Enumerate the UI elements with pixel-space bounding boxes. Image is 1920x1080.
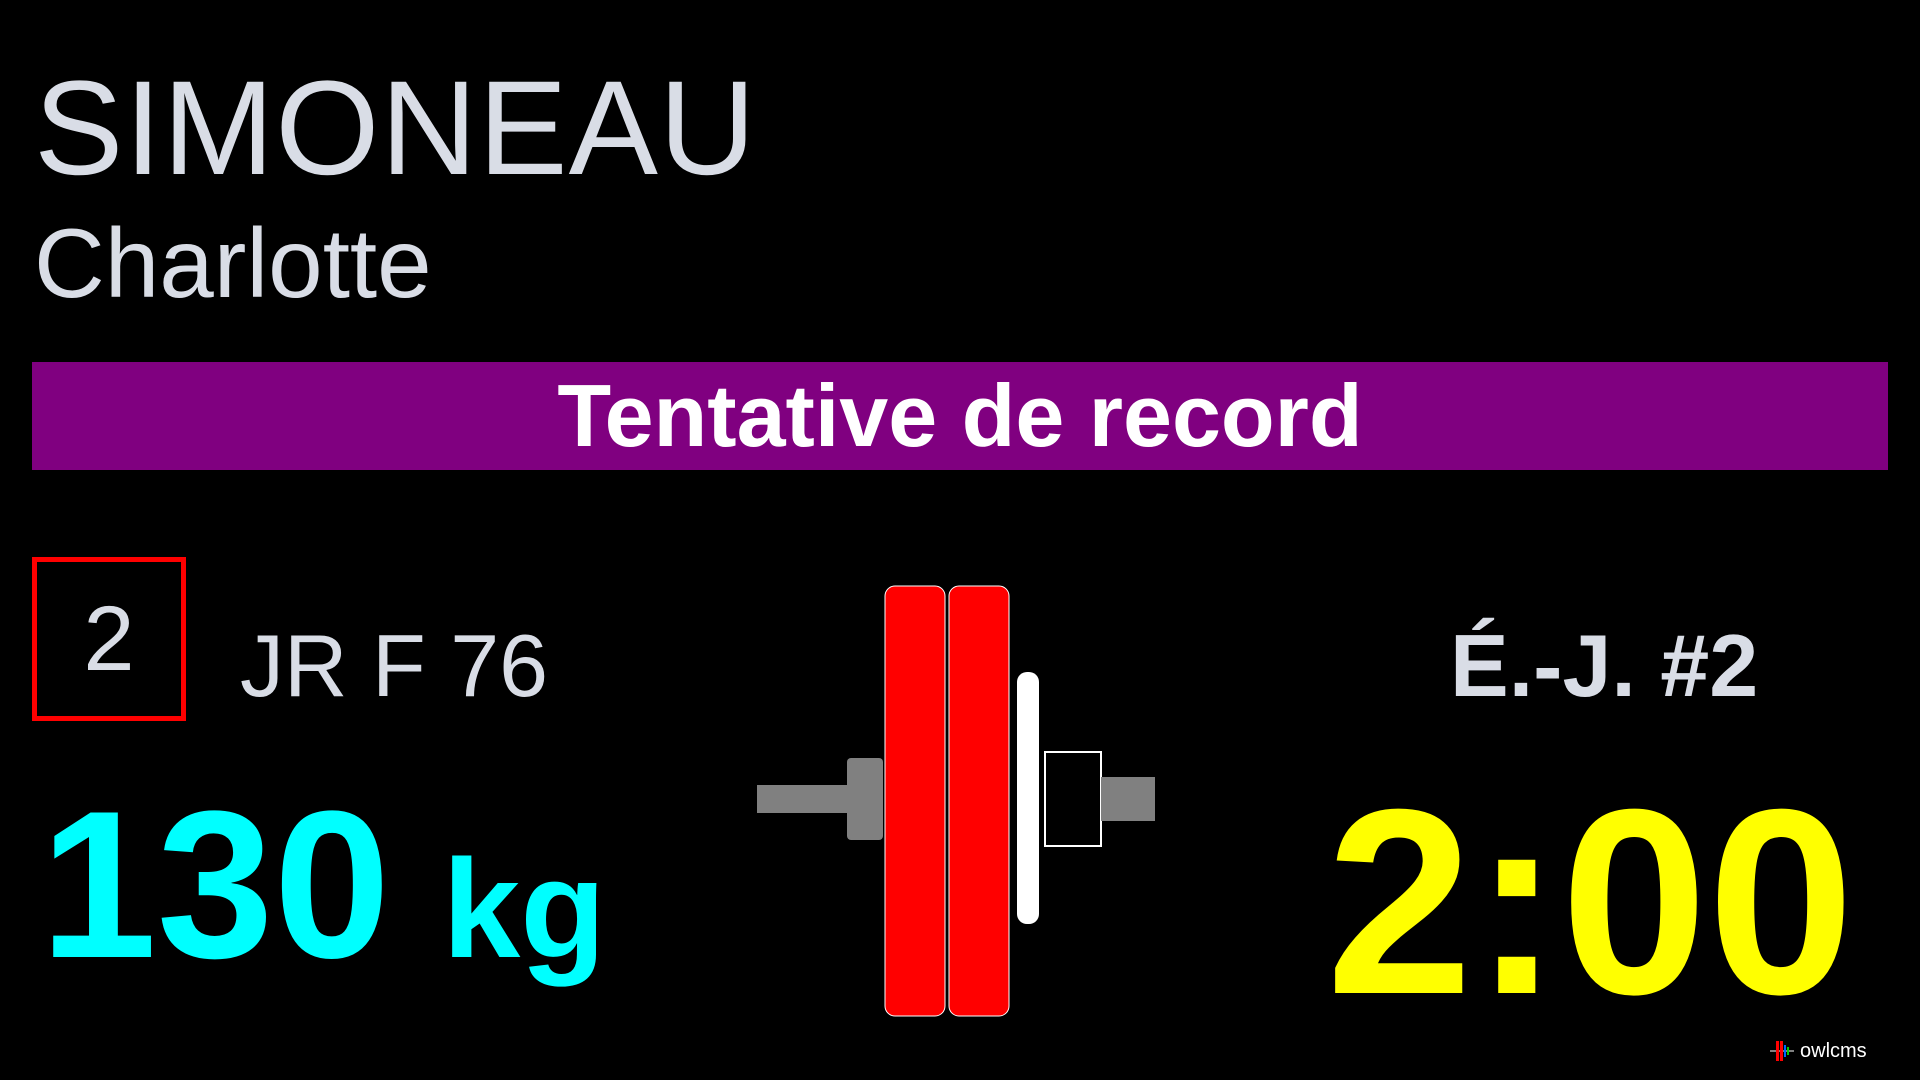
weight-value: 130 bbox=[40, 767, 391, 1002]
bar-sleeve-right bbox=[1101, 777, 1155, 821]
start-number: 2 bbox=[83, 588, 135, 690]
record-attempt-text: Tentative de record bbox=[557, 366, 1363, 465]
start-number-box: 2 bbox=[32, 557, 186, 721]
attempt-label: É.-J. #2 bbox=[1450, 616, 1759, 715]
small-plate bbox=[1017, 672, 1039, 924]
requested-weight: 130 kg bbox=[40, 780, 606, 990]
brand-logo: owlcms bbox=[1770, 1038, 1867, 1064]
weight-unit: kg bbox=[442, 830, 606, 987]
owlcms-logo-icon bbox=[1770, 1041, 1794, 1061]
brand-name: owlcms bbox=[1800, 1040, 1867, 1062]
category-label: JR F 76 bbox=[240, 616, 549, 715]
inner-collar-left bbox=[847, 758, 883, 840]
record-attempt-banner: Tentative de record bbox=[32, 362, 1888, 470]
big-plate-1 bbox=[884, 585, 946, 1017]
barbell-plates-diagram bbox=[757, 585, 1155, 1017]
bar-sleeve-left bbox=[757, 785, 847, 813]
athlete-first-name: Charlotte bbox=[34, 208, 432, 318]
big-plate-2 bbox=[948, 585, 1010, 1017]
collar bbox=[1044, 751, 1102, 847]
countdown-timer: 2:00 bbox=[1326, 754, 1855, 1049]
athlete-last-name: SIMONEAU bbox=[34, 54, 757, 203]
